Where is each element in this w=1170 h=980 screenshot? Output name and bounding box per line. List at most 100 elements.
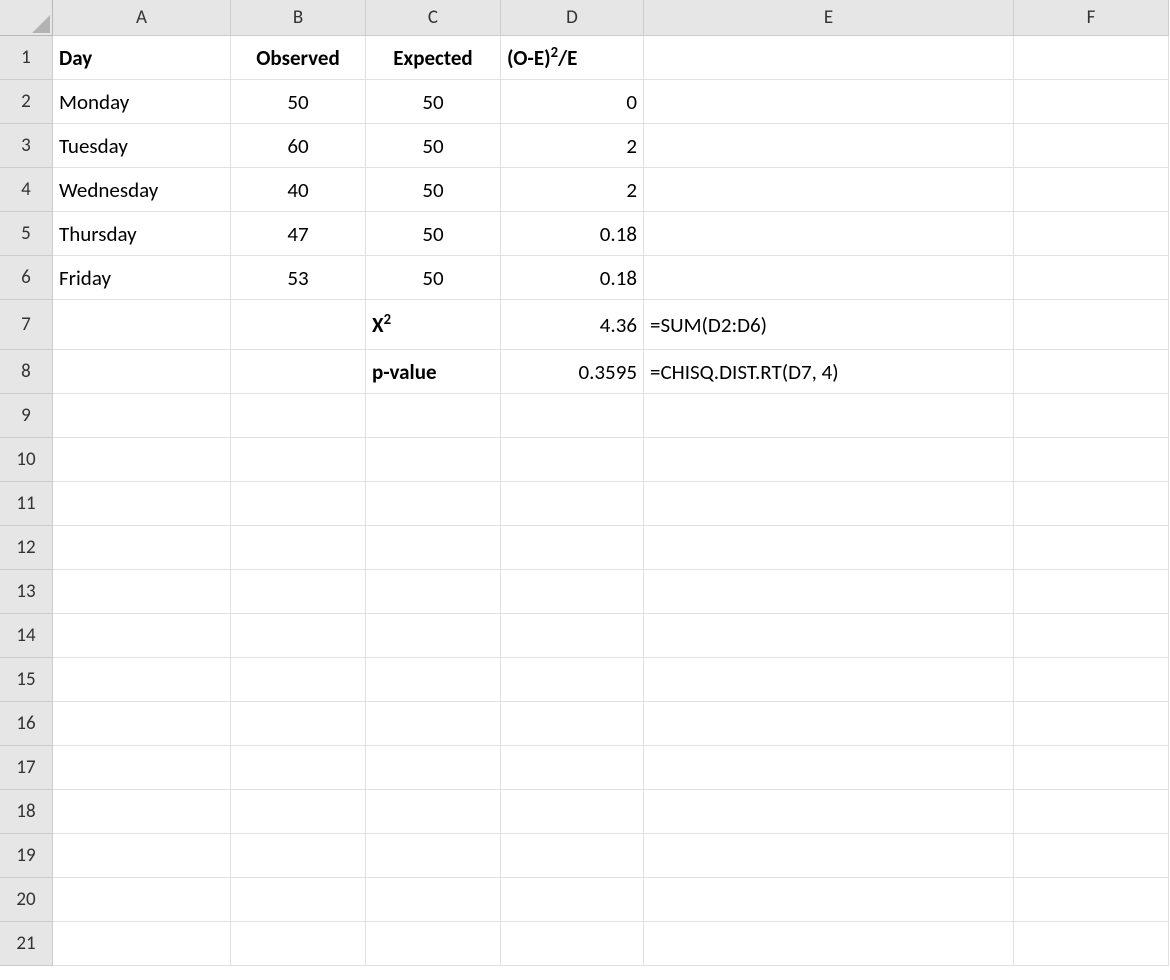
row-header-14[interactable]: 14 [0,614,53,658]
cell-D14[interactable] [501,614,644,658]
cell-expected-r3[interactable]: 50 [366,124,501,168]
cell-stat-r5[interactable]: 0.18 [501,212,644,256]
cell-D11[interactable] [501,482,644,526]
cell-B11[interactable] [231,482,366,526]
row-header-1[interactable]: 1 [0,36,53,80]
cell-C20[interactable] [366,878,501,922]
header-expected[interactable]: Expected [366,36,501,80]
cell-B18[interactable] [231,790,366,834]
label-chi-square[interactable]: X2 [366,300,501,350]
cell-E20[interactable] [644,878,1014,922]
cell-F4[interactable] [1014,168,1169,212]
cell-F21[interactable] [1014,922,1169,966]
row-header-6[interactable]: 6 [0,256,53,300]
cell-E18[interactable] [644,790,1014,834]
cell-B21[interactable] [231,922,366,966]
row-header-19[interactable]: 19 [0,834,53,878]
cell-observed-r4[interactable]: 40 [231,168,366,212]
cell-F5[interactable] [1014,212,1169,256]
cell-C11[interactable] [366,482,501,526]
cell-A10[interactable] [53,438,231,482]
row-header-17[interactable]: 17 [0,746,53,790]
row-header-21[interactable]: 21 [0,922,53,966]
cell-E3[interactable] [644,124,1014,168]
cell-A11[interactable] [53,482,231,526]
header-day[interactable]: Day [53,36,231,80]
cell-B15[interactable] [231,658,366,702]
cell-B12[interactable] [231,526,366,570]
cell-B10[interactable] [231,438,366,482]
cell-C21[interactable] [366,922,501,966]
cell-B13[interactable] [231,570,366,614]
label-p-value[interactable]: p-value [366,350,501,394]
cell-B14[interactable] [231,614,366,658]
row-header-9[interactable]: 9 [0,394,53,438]
formula-chi-square[interactable]: =SUM(D2:D6) [644,300,1014,350]
cell-C16[interactable] [366,702,501,746]
cell-C18[interactable] [366,790,501,834]
cell-F10[interactable] [1014,438,1169,482]
cell-F6[interactable] [1014,256,1169,300]
cell-observed-r3[interactable]: 60 [231,124,366,168]
cell-D18[interactable] [501,790,644,834]
cell-E9[interactable] [644,394,1014,438]
cell-F2[interactable] [1014,80,1169,124]
cell-A15[interactable] [53,658,231,702]
cell-stat-r6[interactable]: 0.18 [501,256,644,300]
cell-E4[interactable] [644,168,1014,212]
cell-stat-r4[interactable]: 2 [501,168,644,212]
cell-day-monday[interactable]: Monday [53,80,231,124]
cell-E5[interactable] [644,212,1014,256]
cell-E2[interactable] [644,80,1014,124]
cell-A17[interactable] [53,746,231,790]
row-header-16[interactable]: 16 [0,702,53,746]
cell-F11[interactable] [1014,482,1169,526]
cell-E17[interactable] [644,746,1014,790]
cell-F13[interactable] [1014,570,1169,614]
cell-expected-r5[interactable]: 50 [366,212,501,256]
cell-A16[interactable] [53,702,231,746]
cell-E15[interactable] [644,658,1014,702]
header-observed[interactable]: Observed [231,36,366,80]
cell-D21[interactable] [501,922,644,966]
cell-E16[interactable] [644,702,1014,746]
cell-B19[interactable] [231,834,366,878]
cell-C12[interactable] [366,526,501,570]
cell-D13[interactable] [501,570,644,614]
cell-F1[interactable] [1014,36,1169,80]
cell-F17[interactable] [1014,746,1169,790]
column-header-B[interactable]: B [231,0,366,36]
cell-F20[interactable] [1014,878,1169,922]
cell-F12[interactable] [1014,526,1169,570]
cell-E6[interactable] [644,256,1014,300]
cell-B8[interactable] [231,350,366,394]
cell-D16[interactable] [501,702,644,746]
cell-D9[interactable] [501,394,644,438]
column-header-A[interactable]: A [53,0,231,36]
cell-E10[interactable] [644,438,1014,482]
cell-D10[interactable] [501,438,644,482]
cell-A18[interactable] [53,790,231,834]
cell-C15[interactable] [366,658,501,702]
cell-A19[interactable] [53,834,231,878]
formula-p-value[interactable]: =CHISQ.DIST.RT(D7, 4) [644,350,1014,394]
cell-stat-r2[interactable]: 0 [501,80,644,124]
cell-day-tuesday[interactable]: Tuesday [53,124,231,168]
cell-expected-r6[interactable]: 50 [366,256,501,300]
cell-B17[interactable] [231,746,366,790]
cell-F8[interactable] [1014,350,1169,394]
cell-observed-r5[interactable]: 47 [231,212,366,256]
cell-F3[interactable] [1014,124,1169,168]
column-header-C[interactable]: C [366,0,501,36]
cell-C10[interactable] [366,438,501,482]
cell-day-friday[interactable]: Friday [53,256,231,300]
cell-E12[interactable] [644,526,1014,570]
cell-observed-r6[interactable]: 53 [231,256,366,300]
cell-E19[interactable] [644,834,1014,878]
cell-E11[interactable] [644,482,1014,526]
cell-F19[interactable] [1014,834,1169,878]
cell-E13[interactable] [644,570,1014,614]
cell-F18[interactable] [1014,790,1169,834]
value-chi-square[interactable]: 4.36 [501,300,644,350]
cell-day-wednesday[interactable]: Wednesday [53,168,231,212]
